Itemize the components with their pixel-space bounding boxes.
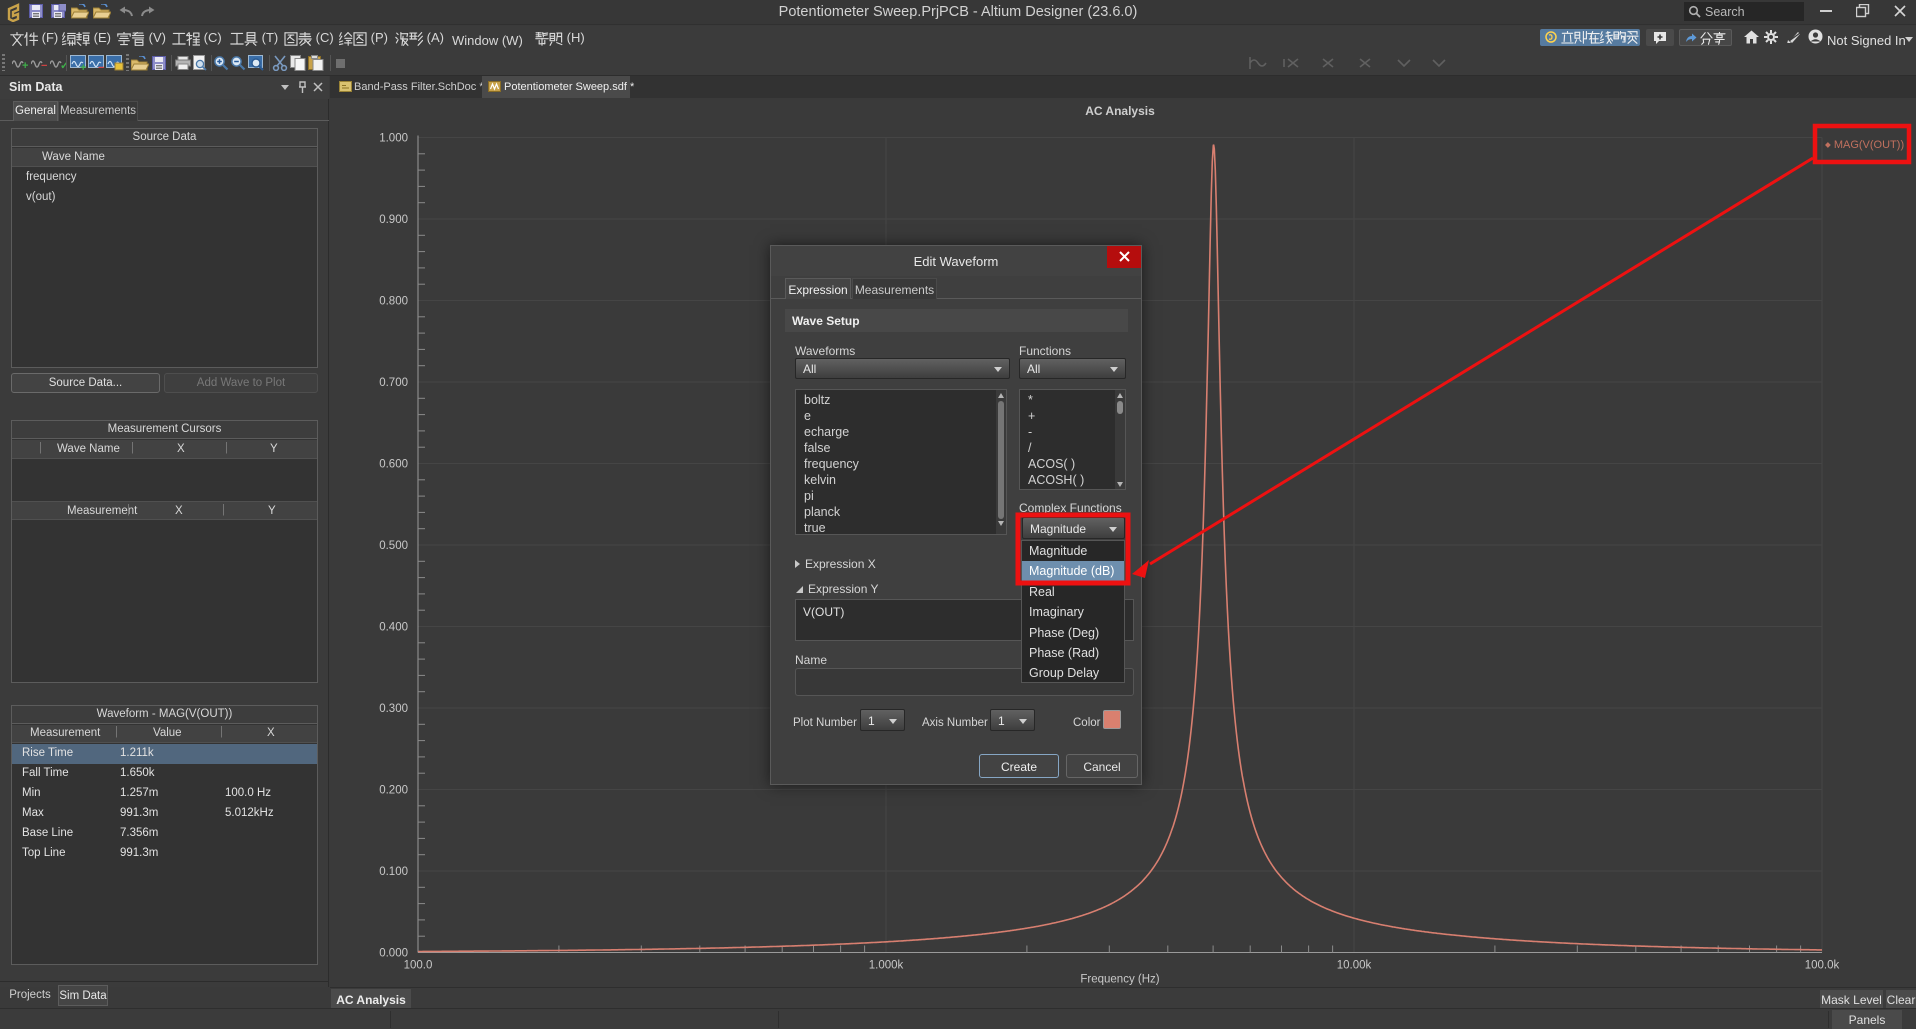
svg-text:0.000: 0.000 (379, 948, 408, 960)
svg-text:100.0: 100.0 (404, 960, 433, 972)
svg-text:Frequency (Hz): Frequency (Hz) (1080, 974, 1159, 986)
svg-text:+: + (22, 60, 28, 70)
svg-text:0.500: 0.500 (379, 540, 408, 552)
svg-text:10.00k: 10.00k (1337, 960, 1372, 972)
svg-text:0.100: 0.100 (379, 866, 408, 878)
svg-text:0.900: 0.900 (379, 214, 408, 226)
svg-text:AC Analysis: AC Analysis (1085, 104, 1155, 118)
svg-text:−: − (41, 60, 47, 70)
svg-text:0.700: 0.700 (379, 377, 408, 389)
svg-text:0.200: 0.200 (379, 785, 408, 797)
svg-text:−: − (98, 62, 104, 71)
svg-text:+: + (80, 62, 86, 71)
svg-text:0.600: 0.600 (379, 459, 408, 471)
svg-text:1.000k: 1.000k (869, 960, 904, 972)
svg-text:1.000: 1.000 (379, 133, 408, 145)
svg-text:0.400: 0.400 (379, 622, 408, 634)
svg-text:100.0k: 100.0k (1805, 960, 1840, 972)
svg-text:0.300: 0.300 (379, 703, 408, 715)
svg-text:0.800: 0.800 (379, 296, 408, 308)
